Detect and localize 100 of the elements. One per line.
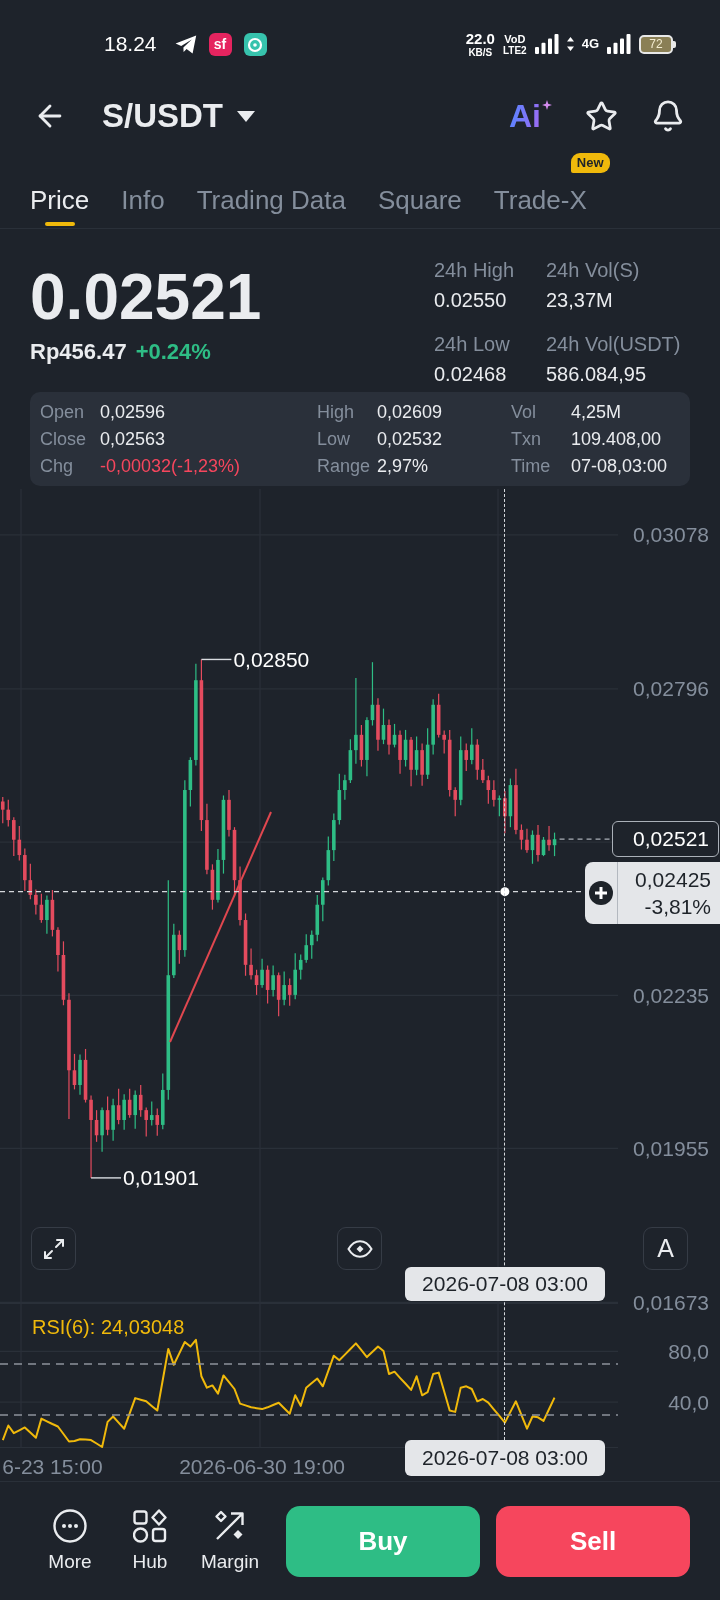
price-axis-label: 0,01955 [633,1136,709,1160]
paper-plane-icon [174,34,197,54]
info-value: 4,25M [571,402,623,423]
crosshair-time-tag: 2026-07-08 03:00 [405,1267,605,1301]
sparkle-icon [542,100,552,110]
leader-line [200,658,233,661]
price-change: +0.24% [135,339,211,365]
network-speed-unit: KB/S [468,46,493,58]
signal-icon [534,34,559,54]
last-price: 0.02521 [30,265,262,329]
nav-item[interactable]: Margin [195,1509,265,1573]
info-value: 0,02532 [377,429,444,450]
candlestick [453,786,458,817]
tab[interactable]: Info [121,144,165,228]
candlestick [547,825,551,852]
info-label: Close [40,429,88,450]
candlestick [149,1100,154,1127]
price-marker: 0,01901 [123,1166,199,1190]
nav-item[interactable]: Hub [115,1509,185,1573]
candlestick [34,888,38,916]
more-icon [53,1509,87,1543]
candlestick [249,947,253,981]
stat-label: 24h Low [434,332,511,356]
candlestick [6,799,11,828]
candlestick [122,1093,126,1131]
leader-line [90,1177,122,1179]
info-label: Chg [40,456,75,477]
candlestick [89,1094,93,1179]
clock: 18.24 [104,32,157,56]
info-label: Open [40,402,86,423]
bell-icon [651,99,685,133]
crosshair-price: 0,02425 [635,867,711,893]
sell-button[interactable]: Sell [496,1505,690,1577]
rsi-axis-label: 80,0 [668,1339,709,1363]
candlestick [442,729,446,755]
candlestick [144,1106,149,1137]
info-value: 0,02563 [100,429,167,450]
candlestick [133,1089,137,1130]
volte-sublabel: LTE2 [502,44,527,56]
candlestick [497,794,502,817]
candlestick [298,953,303,981]
candlestick [354,677,358,765]
time-axis-label: 2026-06-30 19:00 [179,1454,345,1478]
candlestick [525,828,529,854]
last-price-tag: 0,02521 [612,821,719,857]
stat-value: 0.02550 [434,288,508,312]
candlestick [304,933,309,964]
candlestick [155,1107,160,1137]
text-button[interactable]: A [643,1227,688,1270]
visibility-button[interactable] [337,1227,382,1270]
candlestick [492,779,496,808]
app-badge: sf [208,32,232,56]
info-value: -0,00032(-1,23%) [100,456,242,477]
battery-indicator: 72 [639,34,676,54]
expand-icon [41,1236,66,1261]
caret-icon [237,110,255,122]
info-value: 07-08,03:00 [571,456,669,477]
info-value: 0,02596 [100,402,167,423]
info-label: Vol [511,402,538,423]
nav-item[interactable]: More [35,1509,105,1573]
pair-selector[interactable]: S/USDT [102,96,255,136]
price-marker: 0,02850 [233,647,310,671]
notification-button[interactable] [651,99,685,133]
crosshair-change: -3,81% [644,894,711,920]
fiat-price: Rp456.47 [30,339,127,365]
stat-label: 24h Vol(S) [546,258,641,282]
favorite-button[interactable] [585,99,618,133]
new-badge: New [570,153,610,173]
data-arrows-icon [566,37,574,51]
buy-button[interactable]: Buy [286,1505,480,1577]
info-label: Low [317,429,352,450]
candlestick [536,824,540,863]
tab[interactable]: Square [377,144,462,228]
info-label: Txn [511,429,542,450]
app-icon [243,32,267,56]
volte-label: VoD [504,32,526,45]
candlestick [11,816,16,857]
info-value: 2,97% [377,456,430,477]
network-type: 4G [581,37,599,51]
tab[interactable]: Trading Data [196,144,346,228]
apps-grid-icon [133,1509,167,1543]
info-label: Range [317,456,372,477]
candlestick [309,929,314,960]
stat-value: 0.02468 [434,362,508,386]
info-label: Time [511,456,552,477]
candlestick [387,718,391,756]
rsi-legend: RSI(6): 24,03048 [32,1316,185,1338]
time-axis-label: 6-23 15:00 [2,1454,103,1478]
tab[interactable]: Price [30,144,90,228]
stat-label: 24h Vol(USDT) [546,332,682,356]
info-value: 0,02609 [377,402,444,423]
expand-button[interactable] [31,1227,76,1270]
candlestick [282,970,286,1006]
stat-value: 23,37M [546,288,614,312]
crosshair-dot [500,887,510,897]
price-axis-label: 0,02235 [633,983,709,1007]
signal-icon [607,34,631,54]
candlestick [138,1084,143,1118]
plus-circle-icon[interactable] [589,881,613,905]
candlestick [481,758,485,784]
